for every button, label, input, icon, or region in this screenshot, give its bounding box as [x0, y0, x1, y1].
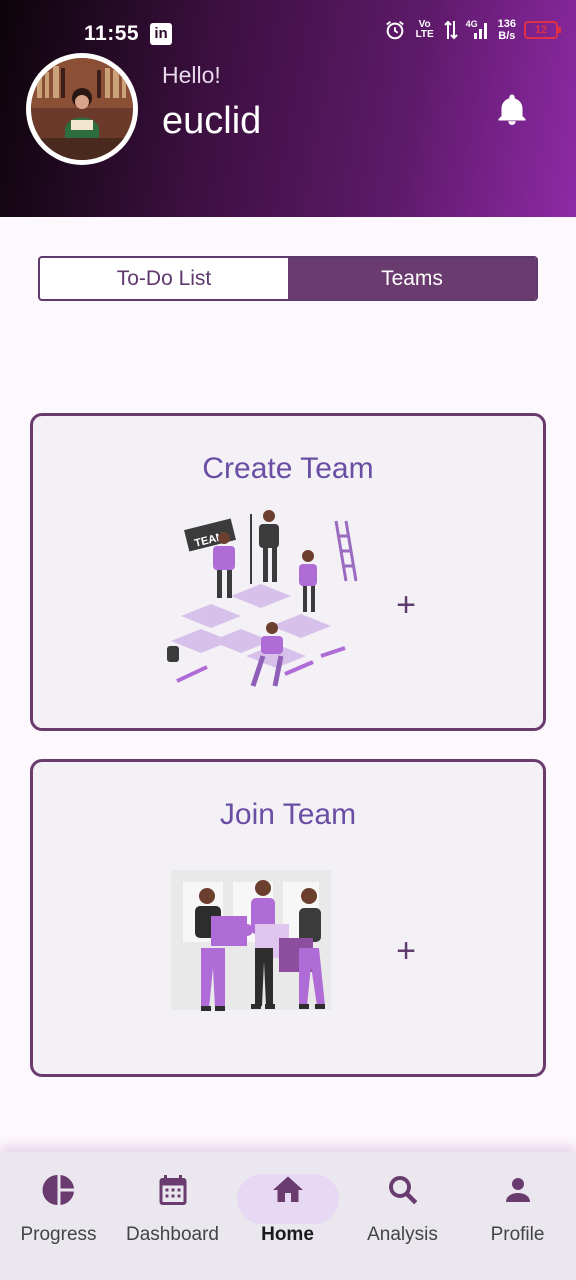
greeting-text: Hello! — [162, 62, 221, 88]
signal-icon: 4G — [466, 19, 490, 41]
status-icons: Vo LTE 4G 136 B/s 12 — [384, 18, 561, 42]
calendar-icon — [159, 1175, 186, 1205]
nav-label-dashboard: Dashboard — [126, 1224, 219, 1245]
linkedin-icon: in — [150, 23, 172, 45]
create-team-card[interactable]: Create Team TEAM + — [30, 413, 546, 731]
volte-label: Vo LTE — [415, 19, 434, 40]
tab-todo-list[interactable]: To-Do List — [40, 258, 288, 299]
data-arrows-icon — [443, 20, 458, 40]
join-team-card[interactable]: Join Team + — [30, 759, 546, 1077]
person-icon — [505, 1178, 530, 1202]
create-team-title: Create Team — [202, 452, 374, 485]
nav-item-home[interactable]: Home — [230, 1172, 345, 1246]
app-header: 11:55 in Vo LTE 4G 136 B/s 12 Hello! euc… — [0, 0, 576, 217]
search-icon — [388, 1176, 417, 1205]
avatar-photo — [31, 58, 133, 160]
nav-item-dashboard[interactable]: Dashboard — [115, 1172, 230, 1246]
puzzle-join-illustration — [171, 870, 331, 1011]
username-text: euclid — [162, 100, 262, 142]
view-tabs: To-Do List Teams — [38, 256, 538, 301]
avatar[interactable] — [26, 53, 138, 165]
net-speed: 136 B/s — [498, 18, 516, 42]
nav-item-profile[interactable]: Profile — [460, 1172, 575, 1246]
nav-item-analysis[interactable]: Analysis — [345, 1172, 460, 1246]
bell-icon[interactable] — [494, 92, 530, 128]
pie-chart-icon — [42, 1175, 74, 1205]
home-icon — [272, 1176, 303, 1202]
net-speed-unit: B/s — [498, 30, 516, 42]
team-building-illustration: TEAM — [167, 510, 358, 687]
alarm-icon — [385, 21, 404, 40]
nav-label-analysis: Analysis — [367, 1224, 438, 1245]
create-team-plus-icon[interactable]: + — [391, 586, 421, 625]
status-bar: 11:55 in Vo LTE 4G 136 B/s 12 — [0, 14, 576, 52]
tab-teams[interactable]: Teams — [288, 258, 536, 299]
nav-label-home: Home — [261, 1224, 314, 1245]
nav-label-progress: Progress — [20, 1224, 97, 1245]
nav-label-profile: Profile — [490, 1224, 545, 1245]
join-team-title: Join Team — [219, 798, 357, 831]
net-speed-value: 136 — [497, 18, 516, 30]
battery-icon: 12 — [524, 21, 561, 39]
network-label: 4G — [465, 19, 478, 29]
status-time: 11:55 — [84, 22, 140, 45]
join-team-plus-icon[interactable]: + — [391, 932, 421, 971]
nav-item-progress[interactable]: Progress — [1, 1172, 116, 1246]
